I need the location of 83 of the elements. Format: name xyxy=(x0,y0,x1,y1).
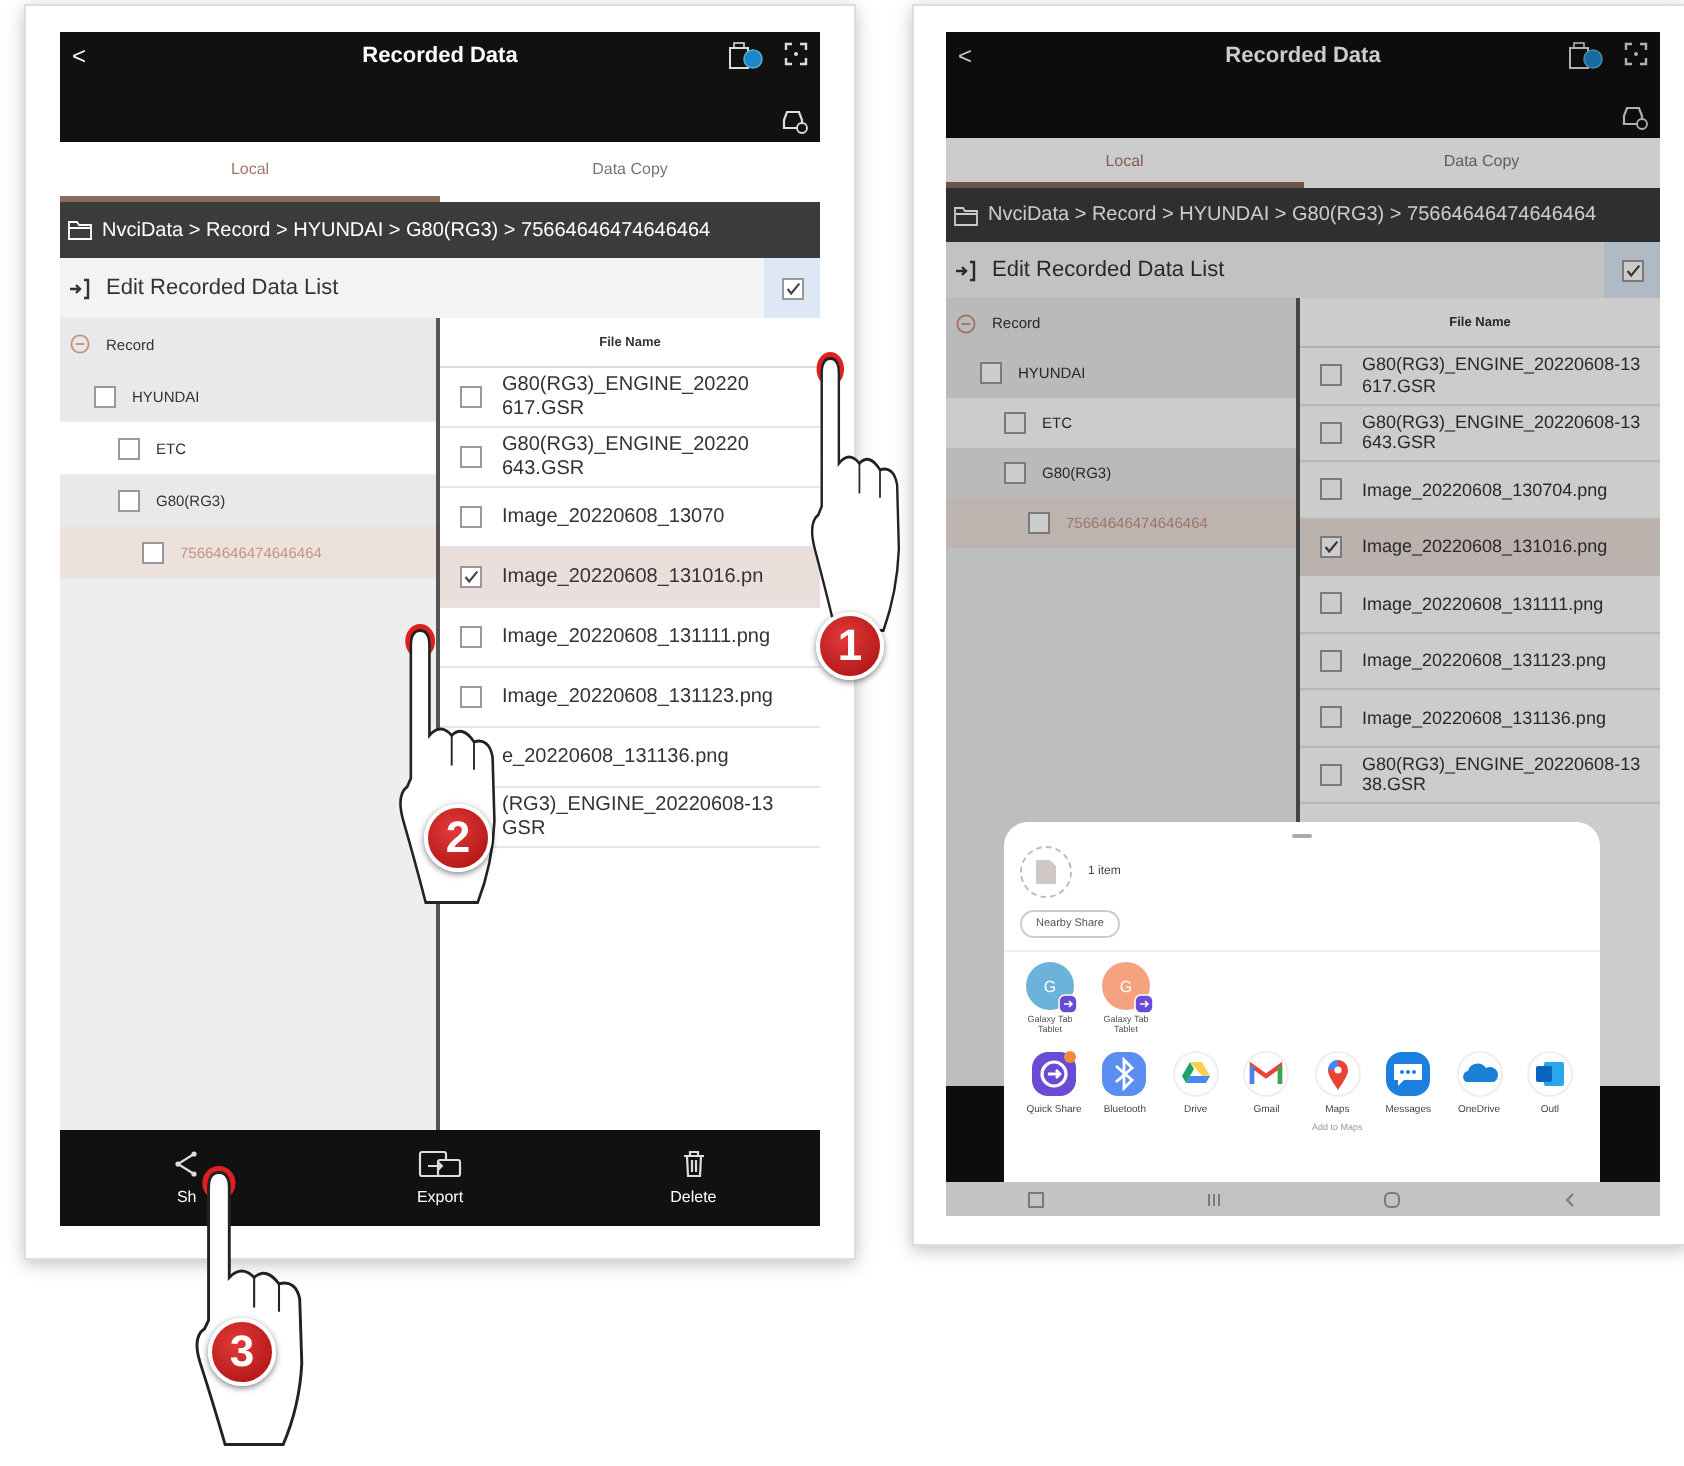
file-name[interactable]: G80(RG3)_ENGINE_20220 643.GSR xyxy=(502,434,749,480)
device-status-icon xyxy=(728,42,764,70)
bluetooth-icon xyxy=(1100,1050,1149,1098)
toolbar-label: Edit Recorded Data List xyxy=(992,258,1227,282)
file-name[interactable]: G80(RG3)_ENGINE_20220 617.GSR xyxy=(502,374,749,420)
toolbar-label: Edit Recorded Data List xyxy=(106,276,341,300)
selected-file-row[interactable]: Image_20220608_131016.pn xyxy=(440,548,820,608)
file-name[interactable]: Image_20220608_131016.pn xyxy=(502,565,764,589)
checkbox[interactable] xyxy=(1320,535,1342,558)
device-status-icon xyxy=(1568,42,1604,70)
checkbox[interactable] xyxy=(1320,421,1342,444)
recent-apps-icon[interactable] xyxy=(1205,1191,1222,1207)
drag-handle[interactable] xyxy=(1292,834,1312,838)
collapse-icon[interactable] xyxy=(70,334,90,354)
drive-icon xyxy=(1171,1050,1220,1098)
collapse-icon[interactable] xyxy=(956,313,976,333)
checkbox[interactable] xyxy=(1320,364,1342,387)
quick-share-icon xyxy=(1030,1050,1078,1098)
file-name[interactable]: Image_20220608_13070 xyxy=(502,505,725,529)
checkbox[interactable] xyxy=(460,626,482,648)
export-icon xyxy=(418,1150,462,1178)
checkbox[interactable] xyxy=(1320,592,1342,615)
checkbox[interactable] xyxy=(118,489,140,511)
file-name[interactable]: Image_20220608_131123.png xyxy=(502,685,773,709)
checkbox[interactable] xyxy=(142,541,164,563)
checkbox[interactable] xyxy=(1320,649,1342,672)
breadcrumb-path: NvciData > Record > HYUNDAI > G80(RG3) > 75664646474646464 xyxy=(988,204,1597,226)
checkbox[interactable] xyxy=(1320,763,1342,786)
file-name[interactable]: G80(RG3)_ENGINE_20220608-13 643.GSR xyxy=(1362,411,1641,454)
breadcrumb-path: NvciData > Record > HYUNDAI > G80(RG3) > 75664646474646464 xyxy=(102,219,711,241)
checkbox[interactable] xyxy=(781,277,803,299)
file-name[interactable]: G80(RG3)_ENGINE_20220608-13 617.GSR xyxy=(1362,354,1641,397)
import-icon[interactable] xyxy=(954,259,976,281)
back-icon[interactable] xyxy=(1562,1191,1579,1207)
screen-title: Recorded Data xyxy=(1223,44,1383,68)
file-icon xyxy=(1034,858,1058,886)
map-pin-icon xyxy=(1313,1050,1362,1098)
checkbox[interactable] xyxy=(460,506,482,528)
folder-icon xyxy=(68,220,92,240)
device-avatar: G xyxy=(1102,962,1150,1010)
checkbox[interactable] xyxy=(980,362,1002,384)
checkbox[interactable] xyxy=(460,446,482,468)
back-button[interactable]: < xyxy=(958,42,1038,70)
file-name[interactable]: e_20220608_131136.png xyxy=(502,745,729,769)
selected-file-row[interactable]: Image_20220608_131016.png xyxy=(1300,519,1660,576)
checkbox[interactable] xyxy=(1004,462,1026,484)
file-name[interactable]: Image_20220608_131111.png xyxy=(1362,593,1604,614)
screen-title: Recorded Data xyxy=(360,44,520,68)
chat-icon xyxy=(1384,1050,1433,1098)
checkbox[interactable] xyxy=(1028,512,1050,534)
import-icon[interactable] xyxy=(68,277,90,299)
folder-icon xyxy=(954,205,978,225)
checkbox[interactable] xyxy=(460,686,482,708)
quick-share-badge-icon xyxy=(1134,994,1154,1014)
checkbox[interactable] xyxy=(460,386,482,408)
trash-icon xyxy=(681,1150,706,1178)
mail-app-icon xyxy=(1525,1050,1574,1098)
checkbox[interactable] xyxy=(118,437,140,459)
checkbox[interactable] xyxy=(1320,706,1342,729)
checkbox[interactable] xyxy=(460,566,482,588)
checkbox[interactable] xyxy=(1004,412,1026,434)
file-name[interactable]: Image_20220608_131123.png xyxy=(1362,650,1606,671)
screenshot-icon[interactable] xyxy=(1027,1191,1044,1207)
checkbox[interactable] xyxy=(1621,259,1643,281)
checkbox[interactable] xyxy=(94,385,116,407)
fullscreen-icon[interactable] xyxy=(784,42,808,66)
file-name[interactable]: Image_20220608_130704.png xyxy=(1362,479,1608,500)
file-name[interactable]: Image_20220608_131111.png xyxy=(502,625,771,649)
quick-share-badge-icon xyxy=(1058,994,1078,1014)
back-button[interactable]: < xyxy=(72,42,152,70)
file-name[interactable]: Image_20220608_131136.png xyxy=(1362,707,1606,728)
file-name[interactable]: Image_20220608_131016.png xyxy=(1362,536,1608,557)
file-name[interactable]: G80(RG3)_ENGINE_20220608-13 38.GSR xyxy=(1362,753,1641,796)
car-icon[interactable] xyxy=(1620,104,1648,130)
fullscreen-icon[interactable] xyxy=(1624,42,1648,66)
share-icon xyxy=(174,1150,199,1178)
cloud-icon xyxy=(1455,1050,1504,1098)
file-name[interactable]: (RG3)_ENGINE_20220608-13 GSR xyxy=(502,794,774,840)
home-icon[interactable] xyxy=(1384,1191,1401,1207)
checkbox[interactable] xyxy=(1320,478,1342,501)
car-icon[interactable] xyxy=(780,108,808,134)
mail-icon xyxy=(1242,1050,1291,1098)
device-avatar: G xyxy=(1026,962,1074,1010)
